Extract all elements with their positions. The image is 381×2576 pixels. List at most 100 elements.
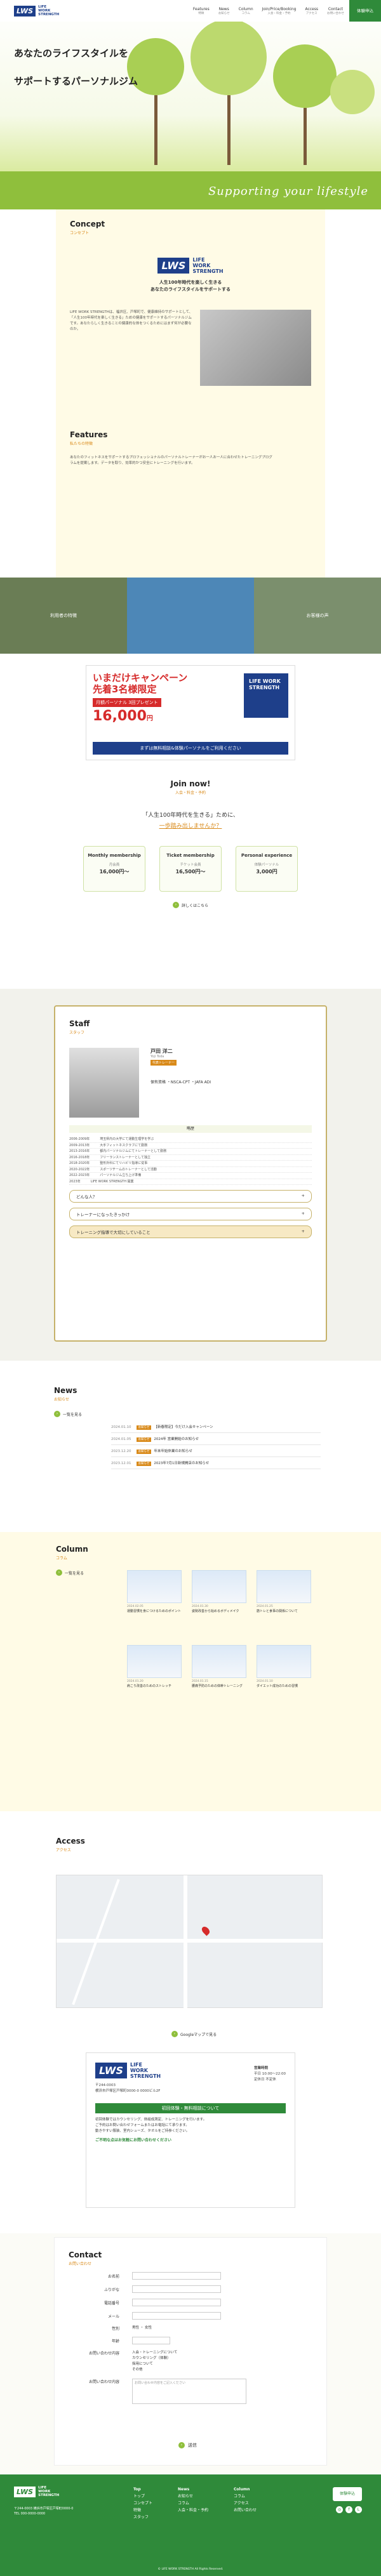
column-more-link[interactable]: › 一覧を見る: [56, 1569, 84, 1576]
gym-photo: [199, 310, 311, 386]
send-button[interactable]: › 送信: [178, 2442, 197, 2448]
column-card[interactable]: 2024.01.25 筋トレと食事の関係について: [257, 1570, 311, 1634]
access-title: Access: [56, 1837, 85, 1846]
copyright: © LIFE WORK STRENGTH All Rights Reserved…: [157, 2568, 224, 2571]
footer-link[interactable]: お問い合わせ: [234, 2507, 257, 2514]
info-notes: 初回体験ではカウンセリング、体組成測定、トレーニングを行います。 ご予約はお問い…: [95, 2118, 207, 2133]
news-list: 2024.01.10 お知らせ 【新春限定】今だけ入会キャンペーン 2024.01.…: [111, 1421, 321, 1469]
campaign-logo: LIFE WORK STRENGTH: [244, 673, 288, 718]
message-textarea[interactable]: お問い合わせ内容をご記入ください: [132, 2379, 246, 2404]
map-link[interactable]: › Googleマップで見る: [171, 2031, 217, 2037]
staff-card: Staff スタッフ 戸田 洋二 Yoji Toda 代表トレーナー 保有資格 …: [54, 1005, 327, 1342]
gender-radio[interactable]: 男性 ・ 女性: [132, 2325, 152, 2331]
nav-join[interactable]: Join/Price/Booking 入会・料金・予約: [262, 7, 297, 15]
footer-link[interactable]: コラム: [178, 2500, 208, 2507]
hero-section: あなたのライフスタイルを サポートするパーソナルジム Supporting yo…: [0, 0, 381, 209]
column-card[interactable]: 2024.02.05 運動習慣を身につけるためのポイント: [127, 1570, 182, 1634]
staff-title: Staff: [69, 1019, 90, 1028]
column-thumbnail: [257, 1570, 311, 1603]
news-item[interactable]: 2024.01.05 お知らせ 2024年 営業開始のお知らせ: [111, 1433, 321, 1445]
hero-slogan: Supporting your lifestyle: [208, 185, 368, 198]
footer-link[interactable]: アクセス: [234, 2500, 257, 2507]
info-bar: 初回体験・無料相談について: [95, 2103, 286, 2113]
join-subtitle: 入会・料金・予約: [175, 791, 206, 795]
instagram-icon[interactable]: ◎: [336, 2506, 343, 2513]
concept-title: Concept: [70, 220, 105, 228]
concept-section: Concept コンセプト LWS LIFE WORK STRENGTH 人生100…: [56, 209, 325, 578]
name-field[interactable]: [132, 2272, 221, 2280]
email-field[interactable]: [132, 2312, 221, 2320]
logo-text: LIFE WORK STRENGTH: [38, 5, 60, 17]
main-nav: Features 特徴 News お知らせ Column コラム Join/Price…: [193, 7, 344, 15]
interest-checkboxes[interactable]: 入会・トレーニングについて カウンセリング（体験） 採用について その他: [132, 2350, 177, 2373]
furigana-field[interactable]: [132, 2285, 221, 2293]
google-map[interactable]: [56, 1875, 323, 2009]
column-title: Column: [56, 1545, 88, 1554]
join-question: 「人生100年時代を生きる」ために、: [142, 812, 239, 819]
info-hours: 営業時間 平日 10:00〜22:00 定休日 不定休: [254, 2066, 286, 2082]
nav-column[interactable]: Column コラム: [239, 7, 253, 15]
news-item[interactable]: 2023.12.01 お知らせ 2023年7月1日新規開店のお知らせ: [111, 1457, 321, 1469]
column-card[interactable]: 2024.01.20 肩こり改善のためのストレッチ: [127, 1645, 182, 1708]
column-subtitle: コラム: [56, 1556, 67, 1561]
history-label: 略歴: [69, 1125, 312, 1133]
feature-tile[interactable]: お客様の声: [254, 578, 381, 654]
arrow-right-icon: ›: [171, 2031, 178, 2037]
gym-info-card: LWS LIFE WORK STRENGTH 〒244-0003 横浜市戸塚区戸塚町…: [86, 2052, 295, 2208]
footer-link[interactable]: コラム: [234, 2493, 257, 2500]
age-field[interactable]: [132, 2337, 170, 2344]
plan-monthly[interactable]: Monthly membership 月会員 16,000円〜: [83, 846, 145, 892]
hero-copy: あなたのライフスタイルを サポートするパーソナルジム: [14, 48, 138, 87]
news-more-link[interactable]: › 一覧を見る: [54, 1411, 82, 1417]
features-photo-strip: 利用者の特徴 お客様の声: [0, 578, 381, 654]
column-card[interactable]: 2024.01.10 ダイエット成功のための習慣: [257, 1645, 311, 1708]
arrow-right-icon: ›: [172, 902, 179, 908]
footer-link[interactable]: お知らせ: [178, 2493, 208, 2500]
info-green-note: ご不明な点はお気軽にお問い合わせください: [95, 2138, 172, 2143]
footer-trial-button[interactable]: 体験申込: [333, 2487, 362, 2501]
footer-link[interactable]: コンセプト: [133, 2500, 152, 2507]
plus-icon: +: [301, 1229, 305, 1234]
news-item[interactable]: 2023.12.20 お知らせ 年末年始休業のお知らせ: [111, 1445, 321, 1457]
column-card[interactable]: 2024.01.30 姿勢改善から始めるボディメイク: [192, 1570, 246, 1634]
arrow-right-icon: ›: [178, 2442, 185, 2448]
accordion-values[interactable]: トレーニング指導で大切にしていること +: [69, 1225, 312, 1238]
tree-trunk: [227, 95, 231, 165]
plus-icon: +: [301, 1211, 305, 1216]
join-title: Join now!: [170, 779, 211, 788]
column-card[interactable]: 2024.01.15 腰痛予防のための体幹トレーニング: [192, 1645, 246, 1708]
site-logo[interactable]: LWS LIFE WORK STRENGTH: [14, 5, 59, 17]
feature-tile[interactable]: [127, 578, 254, 654]
plan-ticket[interactable]: Ticket membership チケット会員 16,500円〜: [159, 846, 222, 892]
feature-tile[interactable]: 利用者の特徴: [0, 578, 127, 654]
concept-body-text: LIFE WORK STRENGTHは、福井区、戸塚町で、健康維持のサポートとし…: [70, 310, 193, 331]
footer-link[interactable]: トップ: [133, 2493, 152, 2500]
tree-trunk: [154, 95, 157, 165]
news-item[interactable]: 2024.01.10 お知らせ 【新春限定】今だけ入会キャンペーン: [111, 1421, 321, 1433]
facebook-icon[interactable]: f: [345, 2506, 352, 2513]
staff-qualifications: 保有資格 ・NSCA-CPT ・JAFA ADI: [150, 1080, 211, 1085]
phone-field[interactable]: [132, 2299, 221, 2306]
column-thumbnail: [127, 1645, 182, 1678]
contact-section: Contact お問い合わせ お名前 ふりがな 電話番号 メール 性別 男性 ・ …: [0, 2233, 381, 2474]
nav-access[interactable]: Access アクセス: [305, 7, 318, 15]
campaign-banner[interactable]: いまだけキャンペーン 先着3名様限定 月額パーソナル 3回プレゼント 16,00…: [86, 665, 295, 760]
column-thumbnail: [192, 1645, 246, 1678]
concept-subtitle: コンセプト: [70, 231, 90, 235]
trial-button[interactable]: 体験申込: [349, 0, 381, 22]
plan-experience[interactable]: Personal experience 体験パーソナル 3,000円: [236, 846, 298, 892]
nav-news[interactable]: News お知らせ: [218, 7, 230, 15]
join-more-link[interactable]: › 詳しくはこちら: [172, 902, 208, 908]
features-subtitle: 私たちの特徴: [70, 442, 93, 446]
nav-features[interactable]: Features 特徴: [193, 7, 210, 15]
history-row: 2023年 LIFE WORK STRENGTH 開業: [69, 1179, 312, 1185]
history-list: 2006-2009年 埼玉県内の大学にて運動生理学を学ぶ 2009-2013年 大手…: [69, 1137, 312, 1185]
footer-link[interactable]: 入会・料金・予約: [178, 2507, 208, 2514]
accordion-reason[interactable]: トレーナーになったきっかけ +: [69, 1208, 312, 1220]
accordion-who[interactable]: どんな人？ +: [69, 1190, 312, 1203]
line-icon[interactable]: L: [355, 2506, 362, 2513]
nav-contact[interactable]: Contact お問い合わせ: [327, 7, 344, 15]
column-section: Column コラム › 一覧を見る 2024.02.05 運動習慣を身につけるため…: [0, 1532, 381, 1811]
footer-link[interactable]: 特徴: [133, 2507, 152, 2514]
footer-link[interactable]: スタッフ: [133, 2514, 152, 2521]
